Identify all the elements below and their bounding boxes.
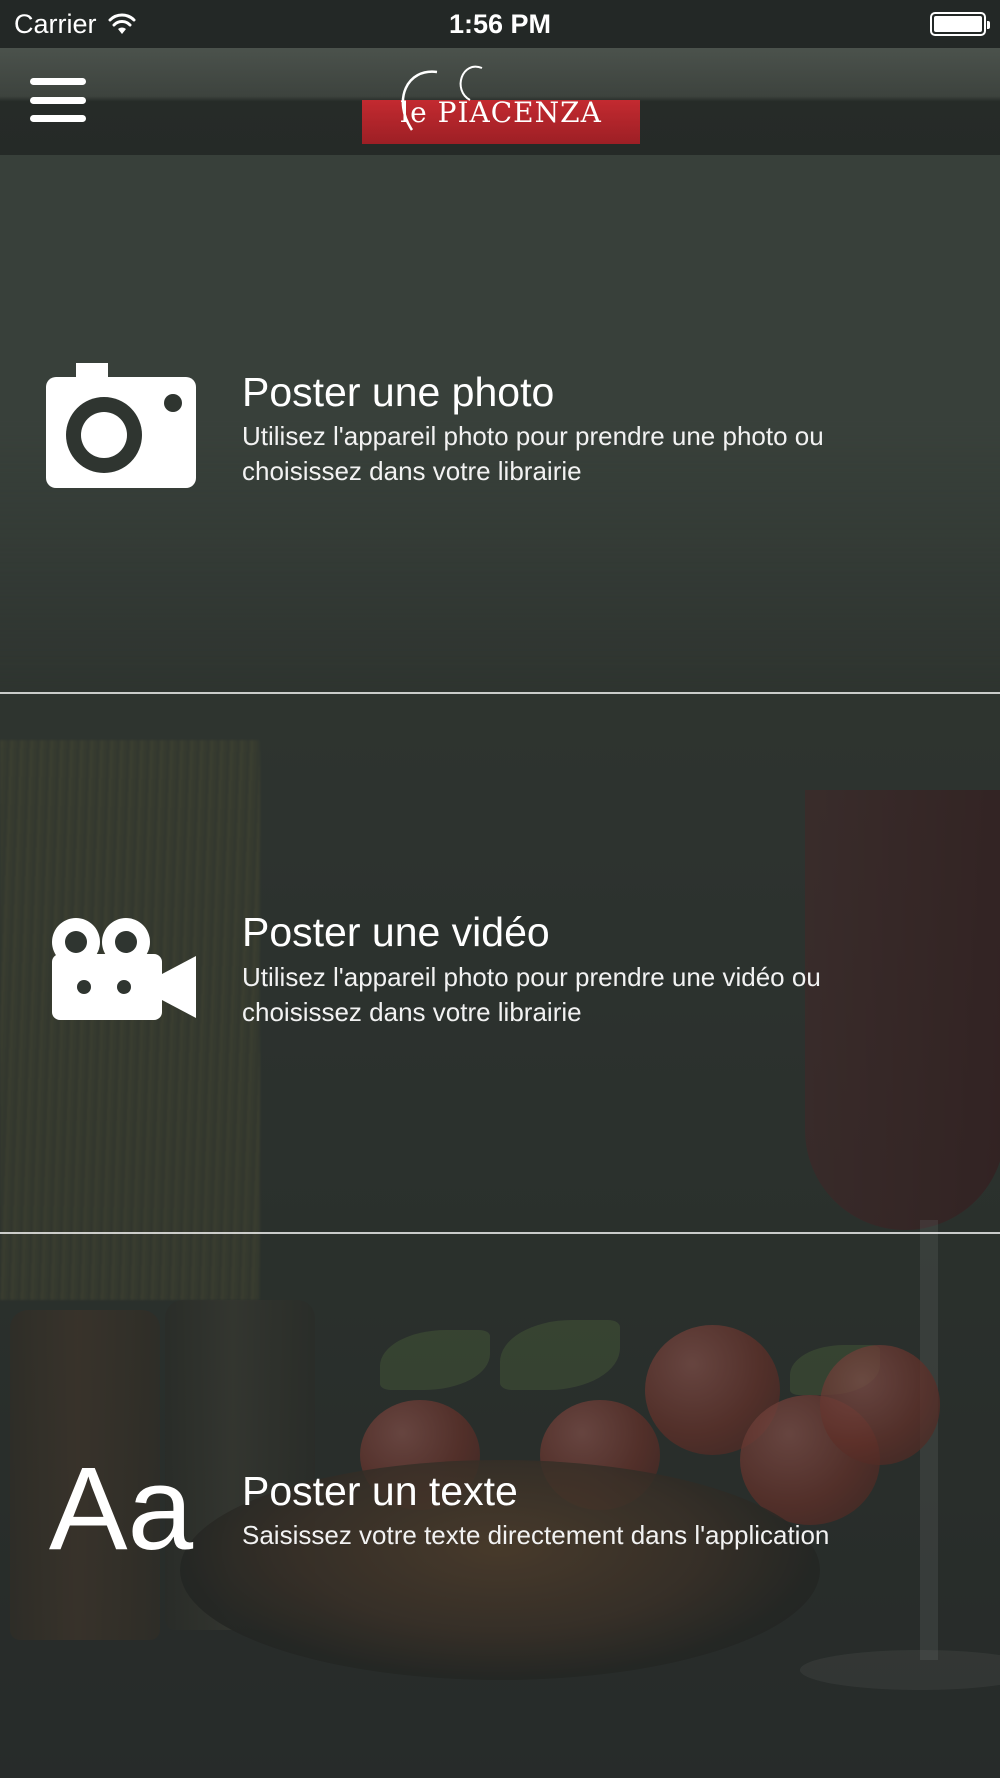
status-bar: Carrier 1:56 PM xyxy=(0,0,1000,48)
row-description: Utilisez l'appareil photo pour prendre u… xyxy=(242,962,821,1027)
post-photo-row[interactable]: Poster une photo Utilisez l'appareil pho… xyxy=(0,155,1000,695)
post-video-row[interactable]: Poster une vidéo Utilisez l'appareil pho… xyxy=(0,694,1000,1234)
video-camera-icon xyxy=(46,904,196,1034)
divider xyxy=(0,1232,1000,1234)
row-description: Saisissez votre texte directement dans l… xyxy=(242,1520,830,1550)
camera-icon xyxy=(46,360,196,490)
divider xyxy=(0,692,1000,694)
hamburger-icon xyxy=(30,78,86,85)
text-icon: Aa xyxy=(48,1443,194,1575)
logo: le PIACENZA xyxy=(362,60,640,150)
row-title: Poster un texte xyxy=(242,1468,518,1514)
post-text-row[interactable]: Aa Poster un texte Saisissez votre texte… xyxy=(0,1234,1000,1774)
menu-button[interactable] xyxy=(30,78,86,122)
row-title: Poster une photo xyxy=(242,369,555,415)
app-header: le PIACENZA xyxy=(0,48,1000,155)
status-time: 1:56 PM xyxy=(448,8,552,39)
row-description: Utilisez l'appareil photo pour prendre u… xyxy=(242,421,824,486)
logo-text: le PIACENZA xyxy=(400,96,602,129)
battery-icon xyxy=(930,12,990,36)
row-title: Poster une vidéo xyxy=(242,909,550,955)
